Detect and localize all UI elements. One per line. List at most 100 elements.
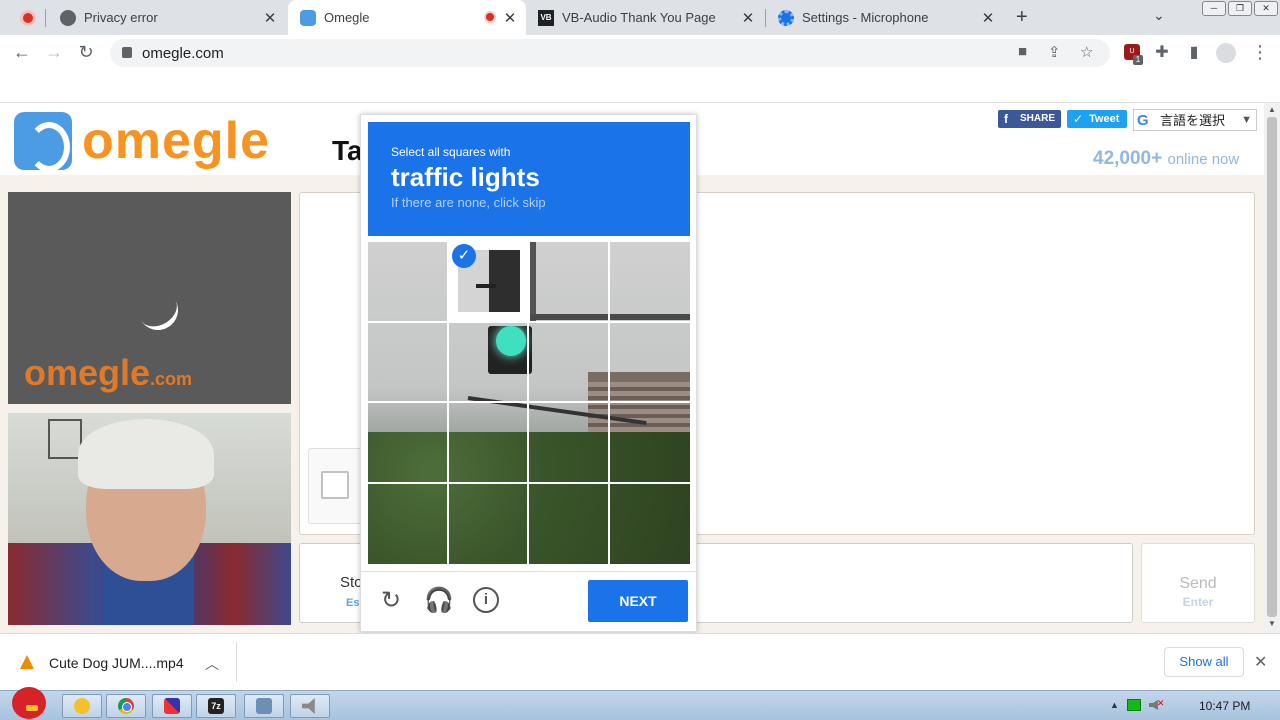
facebook-share-button[interactable]: f SHARE [998,110,1061,128]
settings-gear-icon [778,9,794,26]
language-select[interactable]: G 言語を選択 ▼ [1133,109,1257,131]
address-bar[interactable]: omegle.com ■ ⇪ ☆ [110,39,1110,67]
wall-picture-frame [48,419,82,459]
kebab-menu-icon[interactable]: ⋮ [1250,42,1270,63]
show-hidden-icons-icon[interactable]: ▲ [1110,700,1119,710]
download-filename[interactable]: Cute Dog JUM....mp4 [49,655,184,671]
captcha-grid-cell[interactable] [368,322,449,403]
captcha-grid-cell[interactable] [609,323,690,403]
tweet-button[interactable]: ✓ Tweet [1067,110,1127,128]
tab-omegle[interactable]: Omegle ✕ [288,0,526,35]
back-arrow-icon[interactable]: ← [12,42,32,63]
profile-avatar-icon[interactable] [1216,43,1236,63]
tab-settings-microphone[interactable]: Settings - Microphone ✕ [766,0,1004,35]
tab-search-chevron-icon[interactable]: ⌄ [1153,7,1165,24]
restore-icon[interactable]: ❐ [1228,1,1252,16]
captcha-grid-cell[interactable] [609,403,690,484]
close-window-icon[interactable]: ✕ [1254,1,1278,16]
online-number: 42,000+ [1093,148,1163,169]
share-page-icon[interactable]: ⇪ [1048,43,1061,61]
tab-label: Settings - Microphone [802,10,929,25]
loading-spinner-icon [130,282,186,338]
recording-icon [20,9,36,26]
scroll-up-arrow-icon[interactable]: ▲ [1268,105,1276,114]
captcha-grid-cell[interactable] [529,483,610,564]
tab-strip: Privacy error ✕ Omegle ✕ VB VB-Audio Tha… [0,0,1280,35]
taskbar-remote-desktop[interactable] [244,694,284,718]
captcha-checkbox[interactable] [321,471,349,499]
muted-volume-icon[interactable] [1149,698,1165,712]
tab-close-icon[interactable]: ✕ [740,9,756,27]
omegle-logo[interactable]: omegle [14,111,271,172]
explorer-icon [74,698,90,714]
tweet-label: Tweet [1089,113,1120,125]
show-all-button[interactable]: Show all [1164,647,1244,677]
taskbar-clock[interactable]: 10:47 PM [1199,699,1250,713]
tab-label: Omegle [324,10,370,25]
windows-taskbar: 7z ▲ 10:47 PM [0,687,1280,720]
captcha-grid-cell[interactable] [368,483,449,564]
hcaptcha-challenge: Select all squares with traffic lights I… [360,114,697,632]
close-download-shelf-icon[interactable]: ✕ [1254,652,1267,672]
captcha-grid-cell[interactable] [448,322,529,403]
dropdown-arrow-icon: ▼ [1241,114,1252,126]
captcha-grid-cell[interactable] [529,242,610,323]
next-button[interactable]: NEXT [588,580,688,622]
challenge-header: Select all squares with traffic lights I… [368,122,690,236]
tab-vb-audio[interactable]: VB VB-Audio Thank You Page ✕ [526,0,764,35]
extension-badge-count: 1 [1133,55,1143,65]
taskbar-app[interactable] [152,694,192,718]
tab-close-icon[interactable]: ✕ [980,9,996,27]
side-panel-icon[interactable]: ▮ [1184,42,1204,62]
minimize-icon[interactable]: ─ [1202,1,1226,16]
captcha-grid-cell[interactable] [449,483,529,564]
tab-close-icon[interactable]: ✕ [262,9,278,27]
reload-icon[interactable]: ↻ [76,42,96,63]
taskbar-audio[interactable] [290,694,330,718]
forward-arrow-icon[interactable]: → [44,42,64,63]
selected-checkmark-icon: ✓ [452,244,476,268]
browser-toolbar: ← → ↻ omegle.com ■ ⇪ ☆ U 1 ✚ ▮ ⋮ [0,35,1280,69]
taskbar-chrome[interactable] [106,694,146,718]
lock-icon [122,47,132,58]
logo-text: omegle [82,112,271,170]
extensions-puzzle-icon[interactable]: ✚ [1152,42,1172,62]
send-button[interactable]: Send Enter [1141,543,1255,623]
share-label: SHARE [1020,113,1056,124]
captcha-grid-cell[interactable] [368,403,449,484]
audio-challenge-headphones-icon[interactable]: 🎧 [424,587,454,615]
taskbar-7zip[interactable]: 7z [196,694,236,718]
captcha-grid-cell[interactable] [529,403,610,484]
send-label: Send [1179,575,1217,592]
tab-recording[interactable] [8,0,48,35]
tab-separator [45,9,46,27]
page-tagline: Ta [332,135,363,166]
captcha-grid-cell[interactable] [448,403,529,484]
new-tab-plus-icon[interactable]: + [1016,6,1028,29]
window-controls: ─ ❐ ✕ [1202,1,1278,16]
scrollbar-thumb[interactable] [1267,117,1277,617]
captcha-grid-cell[interactable] [609,242,690,323]
video-logo-suffix: .com [150,369,193,389]
taskbar-explorer[interactable] [62,694,102,718]
scroll-down-arrow-icon[interactable]: ▼ [1268,619,1276,628]
info-icon[interactable]: i [473,587,499,613]
captcha-grid-cell[interactable] [529,322,610,403]
page-scrollbar[interactable]: ▲ ▼ [1264,103,1280,633]
start-button[interactable] [4,683,48,720]
tray-green-icon[interactable] [1126,699,1141,711]
refresh-challenge-icon[interactable]: ↻ [377,587,405,615]
captcha-grid-cell[interactable] [610,484,691,565]
camera-icon[interactable]: ■ [1018,43,1027,60]
system-tray: ▲ [1110,698,1165,712]
tab-privacy-error[interactable]: Privacy error ✕ [48,0,286,35]
person-hair [78,419,214,489]
self-video [8,413,291,625]
download-separator [236,642,237,682]
bookmark-star-icon[interactable]: ☆ [1080,43,1093,61]
facebook-icon: f [1004,112,1008,126]
google-g-icon: G [1137,112,1149,129]
download-options-chevron-icon[interactable]: ︿ [205,654,219,674]
tab-close-icon[interactable]: ✕ [502,9,518,27]
captcha-grid-cell[interactable] [368,242,449,323]
